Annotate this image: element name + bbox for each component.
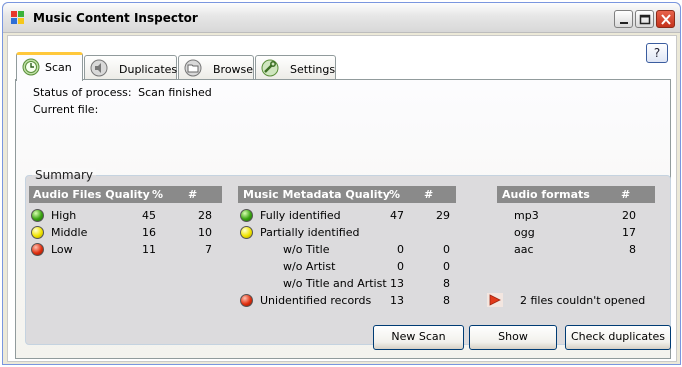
help-button[interactable]: ? [646,43,668,63]
quality-row-count: 7 [205,243,212,256]
metadata-row-count: 8 [443,294,450,307]
metadata-header-count: # [424,188,434,201]
metadata-row-count: 8 [443,277,450,290]
metadata-row-pct: 13 [390,277,404,290]
tab-browse[interactable]: Browse [178,55,254,80]
quality-row-pct: 11 [142,243,156,256]
process-status-label: Status of process: [33,86,132,99]
current-file: Current file: [33,103,98,116]
tab-settings[interactable]: Settings [255,55,336,80]
formats-warning: 2 files couldn't opened [520,294,646,307]
format-row-count: 20 [622,209,636,222]
quality-row-label: Low [51,243,73,256]
tab-duplicates[interactable]: Duplicates [84,55,177,80]
close-button[interactable] [656,10,675,28]
tab-label: Browse [213,63,254,76]
quality-header-count: # [188,188,198,201]
quality-header-label: Audio Files Quality [33,188,150,201]
quality-header: Audio Files Quality % # [29,186,222,203]
format-row-count: 8 [629,243,636,256]
status-green-icon [240,209,253,222]
folder-icon [184,59,202,77]
maximize-button[interactable] [635,10,654,28]
metadata-header: Music Metadata Quality % # [238,186,456,203]
minimize-button[interactable] [614,10,633,28]
clock-icon [22,58,40,76]
metadata-row-label: Fully identified [260,209,341,222]
process-status-value: Scan finished [138,86,212,99]
wrench-icon [261,59,279,77]
metadata-row-label: w/o Title [283,243,330,256]
metadata-row-label: Partially identified [260,226,360,239]
metadata-row-pct: 0 [397,243,404,256]
format-row-count: 17 [622,226,636,239]
tab-label: Duplicates [119,63,178,76]
quality-row-pct: 45 [142,209,156,222]
app-window: Music Content Inspector ? Scan Duplicate… [2,2,681,365]
tab-scan[interactable]: Scan [16,52,83,81]
format-row-label: mp3 [514,209,539,222]
formats-header: Audio formats # [497,186,655,203]
client-area: ? Scan Duplicates Browse Settings Status… [7,35,677,362]
metadata-row-pct: 47 [390,209,404,222]
status-yellow-icon [240,226,253,239]
format-row-label: aac [514,243,534,256]
minimize-icon [620,22,628,24]
metadata-row-count: 29 [436,209,450,222]
metadata-row-count: 0 [443,243,450,256]
tab-label: Scan [45,61,72,74]
metadata-row-pct: 0 [397,260,404,273]
formats-header-label: Audio formats [502,188,590,201]
quality-header-pct: % [152,188,164,201]
quality-row-pct: 16 [142,226,156,239]
show-button[interactable]: Show [469,325,557,350]
process-status: Status of process: Scan finished [33,86,212,99]
current-file-label: Current file: [33,103,99,116]
metadata-row-label: w/o Title and Artist [283,277,387,290]
format-row-label: ogg [514,226,535,239]
close-icon [661,14,671,25]
scan-panel: Status of process: Scan finished Current… [15,79,671,359]
status-red-icon [240,294,253,307]
warning-arrow-icon [487,293,503,307]
metadata-row-pct: 13 [390,294,404,307]
status-green-icon [31,209,44,222]
status-yellow-icon [31,226,44,239]
tab-label: Settings [290,63,336,76]
window-title: Music Content Inspector [33,11,198,25]
metadata-row-label: Unidentified records [260,294,372,307]
formats-header-count: # [621,188,631,201]
quality-row-count: 10 [198,226,212,239]
quality-row-count: 28 [198,209,212,222]
metadata-row-count: 0 [443,260,450,273]
check-duplicates-button[interactable]: Check duplicates [565,325,671,350]
quality-row-label: High [51,209,77,222]
metadata-row-label: w/o Artist [283,260,336,273]
quality-row-label: Middle [51,226,88,239]
new-scan-button[interactable]: New Scan [373,325,464,350]
title-bar[interactable]: Music Content Inspector [3,3,680,33]
app-logo-icon [11,11,25,25]
status-red-icon [31,243,44,256]
metadata-header-label: Music Metadata Quality [243,188,390,201]
maximize-icon [639,14,651,25]
summary-title: Summary [32,168,96,182]
metadata-header-pct: % [389,188,401,201]
speaker-icon [90,59,108,77]
